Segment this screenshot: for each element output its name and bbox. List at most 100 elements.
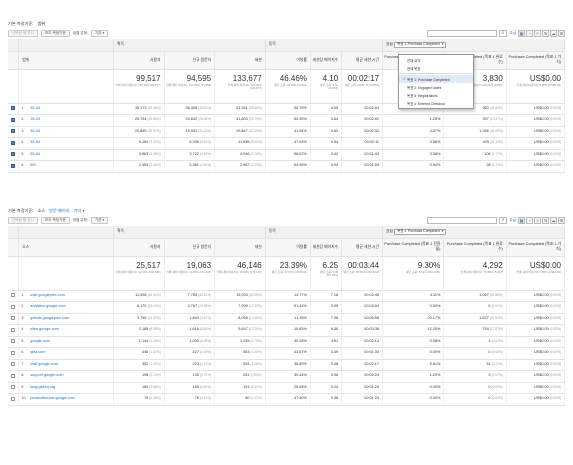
goal-menu-item[interactable]: 목표 4: Entered Checkout <box>399 99 473 107</box>
row-dimension-link[interactable]: mail.google.com <box>30 362 58 366</box>
row-dimension-link[interactable]: sites.google.com <box>30 327 59 331</box>
row-dimension-cell: 1. mall.googleplex.com <box>18 290 114 302</box>
dimension-column-header[interactable]: 소스 <box>18 238 114 257</box>
dimension-option-age[interactable]: 범위 <box>37 21 45 26</box>
table-view-icon[interactable]: ▦ <box>518 30 525 37</box>
goal-value-column-header[interactable]: Purchase Completed (목표 1 가치) <box>506 238 566 257</box>
row-dimension-link[interactable]: 65+ <box>30 163 36 167</box>
metric-percent: (14.07%) <box>147 315 161 320</box>
metric-cell: 0.94% <box>382 160 445 173</box>
bounce-rate-column-header[interactable]: 이탈률 <box>265 238 311 257</box>
pages-per-session-column-header[interactable]: 세션당 페이지수 <box>310 51 343 70</box>
percentage-view-icon[interactable]: ◔ <box>526 30 533 37</box>
row-dimension-link[interactable]: google.com <box>30 339 50 343</box>
row-checkbox[interactable] <box>11 385 15 390</box>
goal-value-column-header[interactable]: Purchase Completed (목표 1 가치) <box>506 51 566 70</box>
row-dimension-link[interactable]: blog.gsfunj.org <box>30 385 55 389</box>
total-subtext: 평균 조회: 4.04 (54.79%) <box>320 269 339 277</box>
metric-cell: 36.89% <box>265 359 311 371</box>
dimension-column-header[interactable]: 범위 <box>18 51 114 70</box>
new-users-column-header[interactable]: 신규 방문자 <box>164 51 216 70</box>
avg-session-duration-column-header[interactable]: 평균 세션 시간 <box>341 51 384 70</box>
metric-cell: 40.08% <box>265 336 311 348</box>
sessions-column-header[interactable]: 세션 <box>214 238 266 257</box>
sort-type-select[interactable]: 기본 ▾ <box>90 30 109 37</box>
advanced-filter-link[interactable]: 고급 <box>509 218 516 223</box>
row-dimension-link[interactable]: support.google.com <box>30 373 63 377</box>
bounce-rate-column-header[interactable]: 이탈률 <box>265 51 311 70</box>
row-index: 4. <box>21 327 25 332</box>
row-checkbox[interactable] <box>11 129 15 134</box>
new-users-column-header[interactable]: 신규 방문자 <box>164 238 216 257</box>
row-checkbox[interactable] <box>11 293 15 298</box>
users-column-header[interactable]: 사용자 <box>113 238 165 257</box>
goal-menu-item[interactable]: 전체 요약 <box>399 56 473 64</box>
performance-view-icon[interactable]: ≡ <box>534 30 541 37</box>
percentage-view-icon[interactable]: ◔ <box>526 217 533 224</box>
dimension-option-landing-page[interactable]: 방문 페이지 <box>49 208 69 213</box>
row-dimension-link[interactable]: 25-34 <box>30 106 40 110</box>
row-dimension-link[interactable]: 55-64 <box>30 152 40 156</box>
goal-select[interactable]: 목표 1: Purchase Completed ▾ <box>394 228 447 235</box>
row-checkbox[interactable] <box>11 152 15 157</box>
search-icon[interactable]: ⌕ <box>499 30 507 37</box>
row-checkbox[interactable] <box>11 140 15 145</box>
comparison-view-icon[interactable]: ⇅ <box>542 30 549 37</box>
row-checkbox[interactable] <box>11 106 15 111</box>
term-cloud-view-icon[interactable]: ☁ <box>550 30 557 37</box>
row-checkbox-cell <box>8 347 20 360</box>
users-column-header[interactable]: 사용자 <box>113 51 165 70</box>
row-checkbox[interactable] <box>11 163 15 168</box>
avg-session-duration-column-header[interactable]: 평균 세션 시간 <box>341 238 384 257</box>
pivot-view-icon[interactable]: ⊞ <box>558 30 565 37</box>
goal-conversion-rate-column-header[interactable]: Purchase Completed (목표 1 전환율) <box>382 238 445 257</box>
pivot-view-icon[interactable]: ⊞ <box>558 217 565 224</box>
search-input[interactable] <box>427 30 497 37</box>
row-checkbox[interactable] <box>11 117 15 122</box>
metric-value: 79 <box>144 396 149 401</box>
row-dimension-link[interactable]: 35-44 <box>30 129 40 133</box>
bottom-data-table: 획득 동작 전환 목표 1: Purchase Completed ▾ 소스 사용… <box>8 226 566 406</box>
dimension-option-other[interactable]: 기타 ▾ <box>74 208 85 213</box>
search-input[interactable] <box>427 217 497 224</box>
goal-menu-item[interactable]: 목표 2: Engaged Users <box>399 83 473 91</box>
advanced-filter-link[interactable]: 고급 <box>509 31 516 36</box>
row-dimension-link[interactable]: productforums.google.com <box>30 396 75 400</box>
secondary-dimension-select[interactable]: 보조 측정기준 <box>40 30 70 37</box>
row-checkbox[interactable] <box>11 339 15 344</box>
goal-menu-item[interactable]: ✓ 목표 1: Purchase Completed <box>399 75 473 83</box>
performance-view-icon[interactable]: ≡ <box>534 217 541 224</box>
sort-type-label: 정렬 유형: <box>72 30 88 35</box>
row-dimension-link[interactable]: 18-24 <box>30 117 40 121</box>
row-checkbox[interactable] <box>11 362 15 367</box>
term-cloud-view-icon[interactable]: ☁ <box>550 217 557 224</box>
sort-type-select[interactable]: 기본 ▾ <box>90 217 109 224</box>
secondary-dimension-select[interactable]: 보조 측정기준 <box>40 217 70 224</box>
row-dimension-link[interactable]: mall.googleplex.com <box>30 293 65 297</box>
sessions-column-header[interactable]: 세션 <box>214 51 266 70</box>
plot-rows-button[interactable]: 선택한 행 표시 <box>8 30 38 37</box>
plot-rows-button[interactable]: 선택한 행 표시 <box>8 217 38 224</box>
row-checkbox[interactable] <box>11 304 15 309</box>
row-checkbox[interactable] <box>11 350 15 355</box>
search-icon[interactable]: ⌕ <box>499 217 507 224</box>
comparison-view-icon[interactable]: ⇅ <box>542 217 549 224</box>
table-view-icon[interactable]: ▦ <box>518 217 525 224</box>
row-checkbox[interactable] <box>11 396 15 401</box>
goal-menu-item[interactable]: 목표 3: Registrations <box>399 91 473 99</box>
pages-per-session-column-header[interactable]: 세션당 페이지수 <box>310 238 343 257</box>
dimension-option-source[interactable]: 소스 <box>37 208 45 213</box>
row-checkbox[interactable] <box>11 327 15 332</box>
goal-completions-column-header[interactable]: Purchase Completed (목표 1 완료 수) <box>443 238 507 257</box>
row-dimension-link[interactable]: analytics.google.com <box>30 304 65 308</box>
row-checkbox[interactable] <box>11 373 15 378</box>
metric-percent: (23.10%) <box>147 304 161 309</box>
row-dimension-link[interactable]: qiita.com <box>30 350 45 354</box>
row-checkbox[interactable] <box>11 316 15 321</box>
goal-select[interactable]: 목표 1: Purchase Completed ▾ <box>394 41 447 48</box>
row-dimension-link[interactable]: gdeals.googleplex.com <box>30 316 69 320</box>
row-dimension-link[interactable]: 45-54 <box>30 140 40 144</box>
metric-cell: 0.00% <box>382 347 445 360</box>
metric-cell: 198 (0.74%) <box>113 370 165 383</box>
goal-menu-item[interactable]: 전체 목표 <box>399 64 473 72</box>
